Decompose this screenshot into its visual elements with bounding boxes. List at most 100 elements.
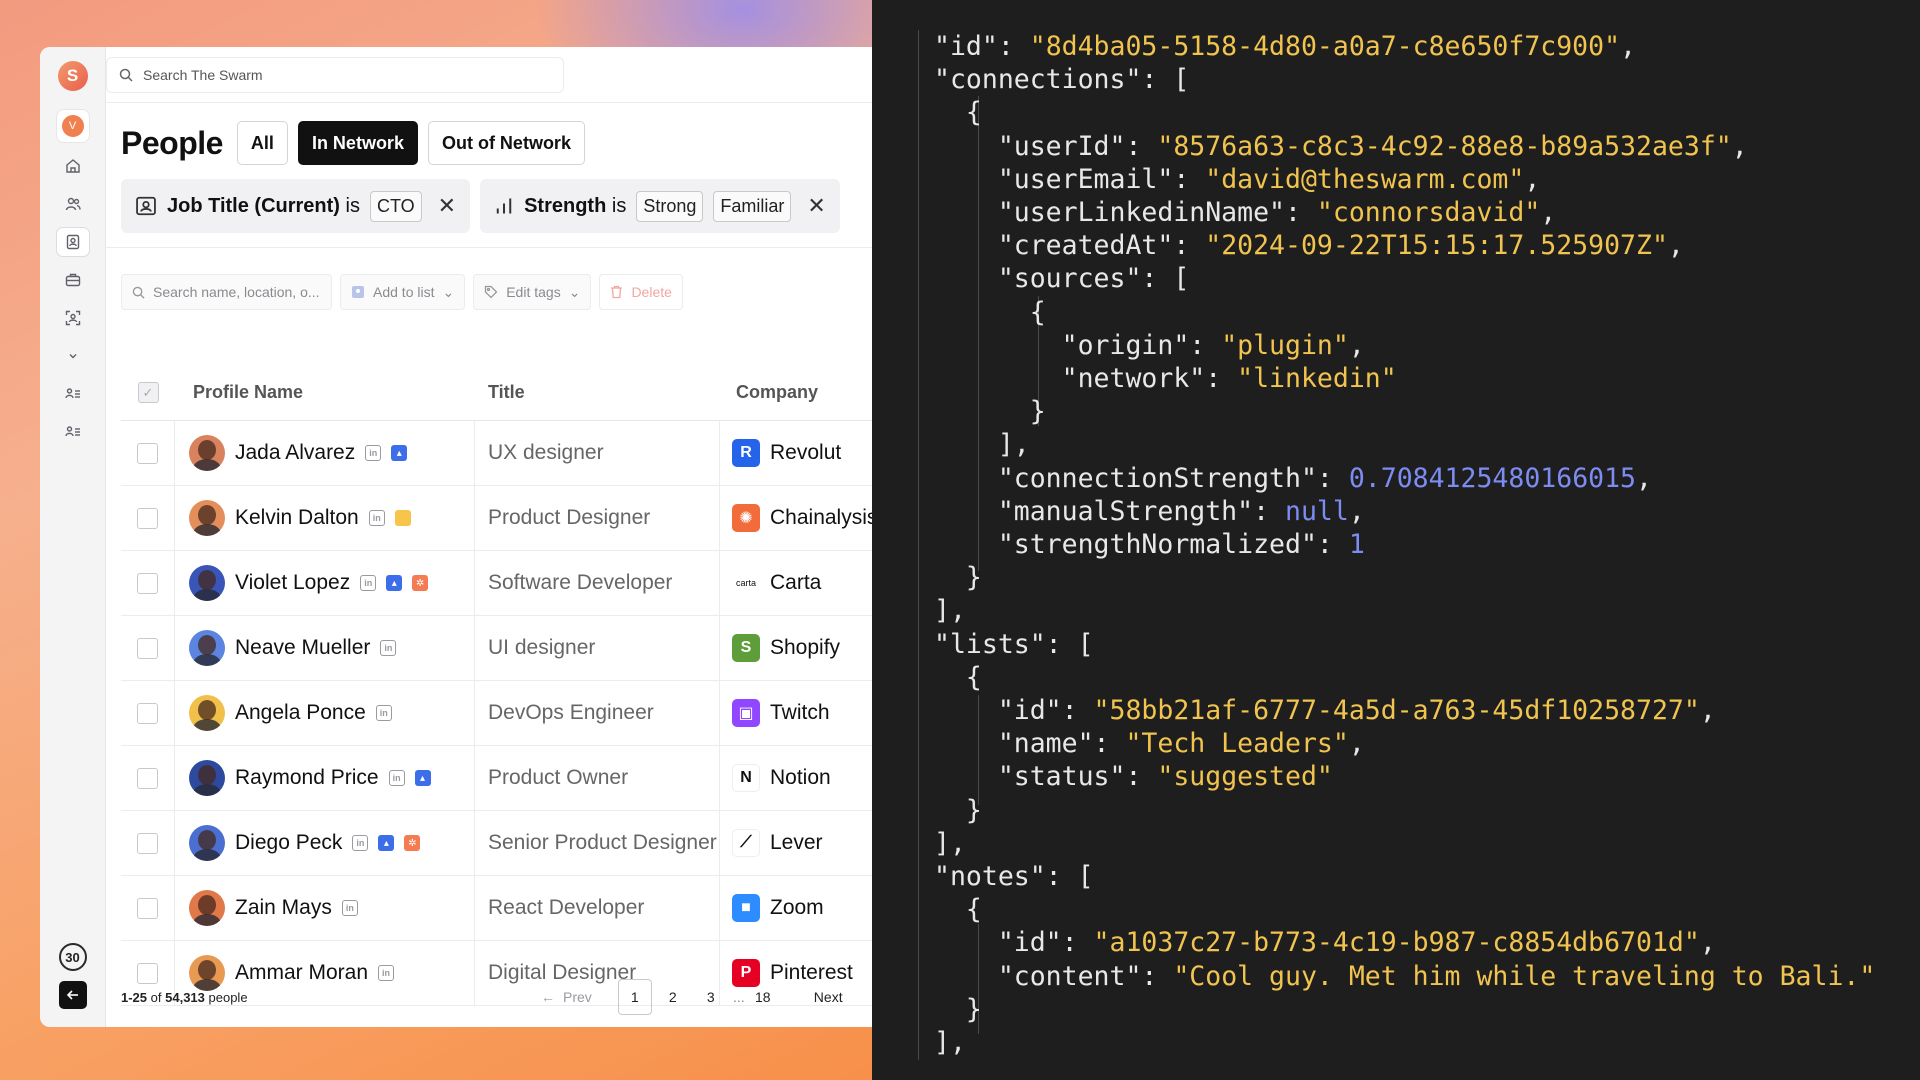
person-name[interactable]: Zain Mays: [235, 896, 332, 920]
row-checkbox[interactable]: [137, 702, 158, 724]
row-checkbox[interactable]: [137, 572, 158, 594]
company-name[interactable]: Notion: [770, 766, 831, 790]
job-title: UI designer: [475, 616, 720, 680]
search-icon: [119, 68, 133, 82]
contacts-icon[interactable]: [55, 227, 90, 257]
row-checkbox[interactable]: [137, 897, 158, 919]
company-name[interactable]: Shopify: [770, 636, 840, 660]
company-name[interactable]: Revolut: [770, 441, 841, 465]
people-icon[interactable]: [56, 189, 90, 219]
json-string: "2024-09-22T15:15:17.525907Z": [1205, 230, 1668, 262]
table-row[interactable]: Violet Lopez in ▴ ✲ Software Developer carta C…: [121, 551, 872, 616]
contact-icon[interactable]: ▴: [414, 770, 431, 786]
person-name[interactable]: Angela Ponce: [235, 701, 366, 725]
json-token: ],: [934, 595, 966, 627]
page-button-2[interactable]: 2: [656, 979, 690, 1015]
json-token: "id":: [934, 927, 1094, 959]
home-icon[interactable]: [56, 151, 90, 181]
briefcase-icon[interactable]: [56, 265, 90, 295]
code-line: "lists": [: [934, 628, 1920, 661]
json-token: ,: [1348, 495, 1365, 527]
swarm-logo[interactable]: S: [57, 61, 88, 91]
delete-button[interactable]: Delete: [599, 274, 683, 310]
edit-tags-button[interactable]: Edit tags ⌄: [473, 274, 592, 310]
linkedin-icon[interactable]: in: [360, 575, 377, 591]
row-checkbox[interactable]: [137, 637, 158, 659]
person-name[interactable]: Raymond Price: [235, 766, 379, 790]
tab-in-network[interactable]: In Network: [297, 121, 418, 165]
hubspot-icon[interactable]: ✲: [412, 575, 429, 591]
company-name[interactable]: Chainalysis: [770, 506, 872, 530]
column-header-profile-name[interactable]: Profile Name: [175, 365, 475, 420]
contact-icon[interactable]: ▴: [378, 835, 395, 851]
page-button-3[interactable]: 3: [694, 979, 728, 1015]
tab-all[interactable]: All: [236, 121, 288, 165]
code-line: }: [934, 993, 1920, 1026]
linkedin-icon[interactable]: in: [380, 640, 397, 656]
app-window: S V 30 Search The Swarm People All In Ne…: [40, 47, 872, 1027]
table-row[interactable]: Jada Alvarez in ▴ UX designer R Revolut: [121, 421, 872, 486]
add-to-list-label: Add to list: [373, 284, 435, 300]
table-row[interactable]: Raymond Price in ▴ Product Owner N Notion: [121, 746, 872, 811]
next-page-button[interactable]: Next: [814, 989, 843, 1005]
row-checkbox[interactable]: [137, 507, 158, 529]
table-row[interactable]: Zain Mays in React Developer ■ Zoom: [121, 876, 872, 941]
linkedin-icon[interactable]: in: [388, 770, 405, 786]
global-search-input[interactable]: [143, 66, 523, 83]
tab-out-of-network[interactable]: Out of Network: [427, 121, 585, 165]
company-name[interactable]: Lever: [770, 831, 823, 855]
table-search-input[interactable]: [153, 284, 321, 300]
row-checkbox[interactable]: [137, 832, 158, 854]
person-name[interactable]: Violet Lopez: [235, 571, 350, 595]
scan-person-icon[interactable]: [56, 303, 90, 333]
linkedin-icon[interactable]: in: [352, 835, 369, 851]
person-name[interactable]: Neave Mueller: [235, 636, 370, 660]
result-unit: people: [208, 989, 248, 1005]
column-header-company[interactable]: Company: [720, 365, 872, 420]
collapse-sidebar-button[interactable]: [58, 981, 87, 1009]
linkedin-icon[interactable]: in: [341, 900, 358, 916]
add-to-list-button[interactable]: Add to list ⌄: [340, 274, 466, 310]
list-people-icon-2[interactable]: [56, 417, 90, 447]
table-row[interactable]: Neave Mueller in UI designer S Shopify: [121, 616, 872, 681]
chevron-down-icon[interactable]: [56, 341, 90, 371]
row-checkbox[interactable]: [137, 442, 158, 464]
filter-strength[interactable]: Strength is Strong Familiar ✕: [480, 179, 840, 233]
close-icon[interactable]: ✕: [438, 193, 456, 219]
code-line: {: [934, 893, 1920, 926]
close-icon[interactable]: ✕: [807, 193, 825, 219]
person-name[interactable]: Diego Peck: [235, 831, 342, 855]
page-button-1[interactable]: 1: [617, 979, 652, 1015]
company-name[interactable]: Zoom: [770, 896, 824, 920]
user-avatar[interactable]: V: [55, 109, 90, 143]
linkedin-icon[interactable]: in: [365, 445, 382, 461]
column-header-title[interactable]: Title: [475, 365, 720, 420]
global-search[interactable]: [106, 56, 564, 93]
json-string: "linkedin": [1237, 363, 1397, 395]
person-name[interactable]: Kelvin Dalton: [235, 506, 359, 530]
hubspot-icon[interactable]: ✲: [404, 835, 421, 851]
json-token: }: [934, 993, 982, 1025]
select-all-checkbox[interactable]: ✓: [137, 382, 159, 403]
page-header: People All In Network Out of Network: [106, 103, 872, 165]
row-checkbox[interactable]: [137, 767, 158, 789]
contact-icon[interactable]: ▴: [391, 445, 408, 461]
linkedin-icon[interactable]: in: [375, 705, 392, 721]
person-name[interactable]: Jada Alvarez: [235, 441, 355, 465]
contact-icon[interactable]: ▴: [386, 575, 403, 591]
company-name[interactable]: Twitch: [770, 701, 830, 725]
note-icon[interactable]: [394, 510, 411, 526]
page-button-18[interactable]: 18: [746, 979, 780, 1015]
company-name[interactable]: Carta: [770, 571, 821, 595]
json-token: "userEmail":: [934, 163, 1206, 195]
table-search[interactable]: [121, 274, 332, 310]
table-row[interactable]: Diego Peck in ▴ ✲ Senior Product Designer ⟋ Le…: [121, 811, 872, 876]
prev-page-button[interactable]: ← Prev: [541, 989, 592, 1005]
json-token: {: [934, 97, 982, 129]
list-people-icon[interactable]: [56, 379, 90, 409]
job-title: React Developer: [475, 876, 720, 940]
linkedin-icon[interactable]: in: [368, 510, 385, 526]
filter-job-title[interactable]: Job Title (Current) is CTO ✕: [121, 179, 471, 233]
table-row[interactable]: Angela Ponce in DevOps Engineer ▣ Twitch: [121, 681, 872, 746]
table-row[interactable]: Kelvin Dalton in Product Designer ✺ Chainaly…: [121, 486, 872, 551]
